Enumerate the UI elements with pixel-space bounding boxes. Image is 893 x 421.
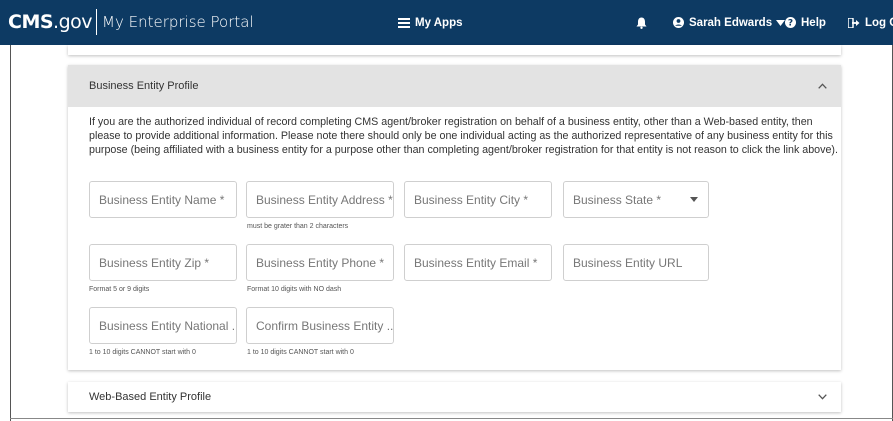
user-avatar-icon: [673, 17, 684, 28]
confirm-hint: 1 to 10 digits CANNOT start with 0: [247, 349, 354, 356]
placeholder: Business Entity Name *: [99, 192, 225, 207]
notifications-button[interactable]: [636, 0, 652, 45]
placeholder: Business Entity City *: [414, 192, 529, 207]
address-hint: must be grater than 2 characters: [247, 223, 349, 230]
caret-down-icon: [776, 19, 786, 26]
confirm-business-entity-input[interactable]: Confirm Business Entity ...: [246, 307, 394, 344]
help-button[interactable]: ? Help: [785, 0, 826, 45]
web-based-entity-profile-header[interactable]: Web-Based Entity Profile: [68, 382, 841, 412]
placeholder: Business State *: [573, 192, 662, 207]
business-entity-national-input[interactable]: Business Entity National ...: [89, 307, 237, 344]
phone-hint: Format 10 digits with NO dash: [247, 286, 342, 293]
logout-label: Log Ou: [865, 16, 893, 29]
web-based-entity-profile-panel: Web-Based Entity Profile: [68, 382, 841, 412]
business-entity-profile-body: If you are the authorized individual of …: [68, 107, 841, 157]
bell-icon: [636, 17, 647, 29]
business-entity-name-input[interactable]: Business Entity Name *: [89, 181, 237, 218]
dropdown-arrow-icon: [690, 197, 698, 202]
section-description: If you are the authorized individual of …: [89, 116, 838, 156]
sign-out-icon: [848, 17, 860, 28]
previous-section-card: [68, 45, 841, 55]
placeholder: Confirm Business Entity ...: [256, 318, 394, 333]
placeholder: Business Entity National ...: [99, 318, 237, 333]
my-apps-button[interactable]: My Apps: [398, 0, 463, 45]
business-entity-profile-panel: Business Entity Profile If you are the a…: [68, 65, 841, 370]
user-menu-button[interactable]: Sarah Edwards: [673, 0, 786, 45]
national-hint: 1 to 10 digits CANNOT start with 0: [89, 349, 196, 356]
placeholder: Business Entity Address *: [256, 192, 393, 207]
brand-divider: [96, 9, 98, 35]
business-state-select[interactable]: Business State *: [563, 181, 709, 218]
business-entity-phone-input[interactable]: Business Entity Phone *: [246, 244, 394, 281]
bottom-border: [10, 418, 893, 419]
business-entity-url-input[interactable]: Business Entity URL: [563, 244, 709, 281]
business-entity-address-input[interactable]: Business Entity Address *: [246, 181, 394, 218]
section-title: Web-Based Entity Profile: [89, 391, 212, 403]
chevron-down-icon: [818, 394, 827, 400]
portal-title: My Enterprise Portal: [102, 13, 254, 31]
brand-logo[interactable]: CMS .gov My Enterprise Portal: [8, 9, 254, 35]
top-nav-bar: CMS .gov My Enterprise Portal My Apps Sar…: [0, 0, 893, 45]
left-border: [10, 45, 11, 421]
placeholder: Business Entity Zip *: [99, 255, 210, 270]
my-apps-label: My Apps: [415, 16, 463, 29]
section-title: Business Entity Profile: [89, 80, 199, 92]
zip-hint: Format 5 or 9 digits: [89, 286, 150, 293]
brand-gov: .gov: [53, 11, 93, 33]
logout-button[interactable]: Log Ou: [848, 0, 893, 45]
placeholder: Business Entity URL: [573, 255, 683, 270]
placeholder: Business Entity Phone *: [256, 255, 385, 270]
business-entity-email-input[interactable]: Business Entity Email *: [404, 244, 552, 281]
brand-cms: CMS: [8, 11, 54, 33]
page: CMS .gov My Enterprise Portal My Apps Sar…: [0, 0, 893, 421]
placeholder: Business Entity Email *: [414, 255, 538, 270]
business-entity-city-input[interactable]: Business Entity City *: [404, 181, 552, 218]
help-label: Help: [801, 16, 826, 29]
list-icon: [398, 17, 410, 28]
user-name: Sarah Edwards: [689, 16, 773, 29]
svg-text:?: ?: [788, 19, 793, 28]
business-entity-profile-header[interactable]: Business Entity Profile: [68, 65, 841, 107]
question-circle-icon: ?: [785, 17, 796, 28]
business-entity-zip-input[interactable]: Business Entity Zip *: [89, 244, 237, 281]
chevron-up-icon: [818, 83, 827, 89]
